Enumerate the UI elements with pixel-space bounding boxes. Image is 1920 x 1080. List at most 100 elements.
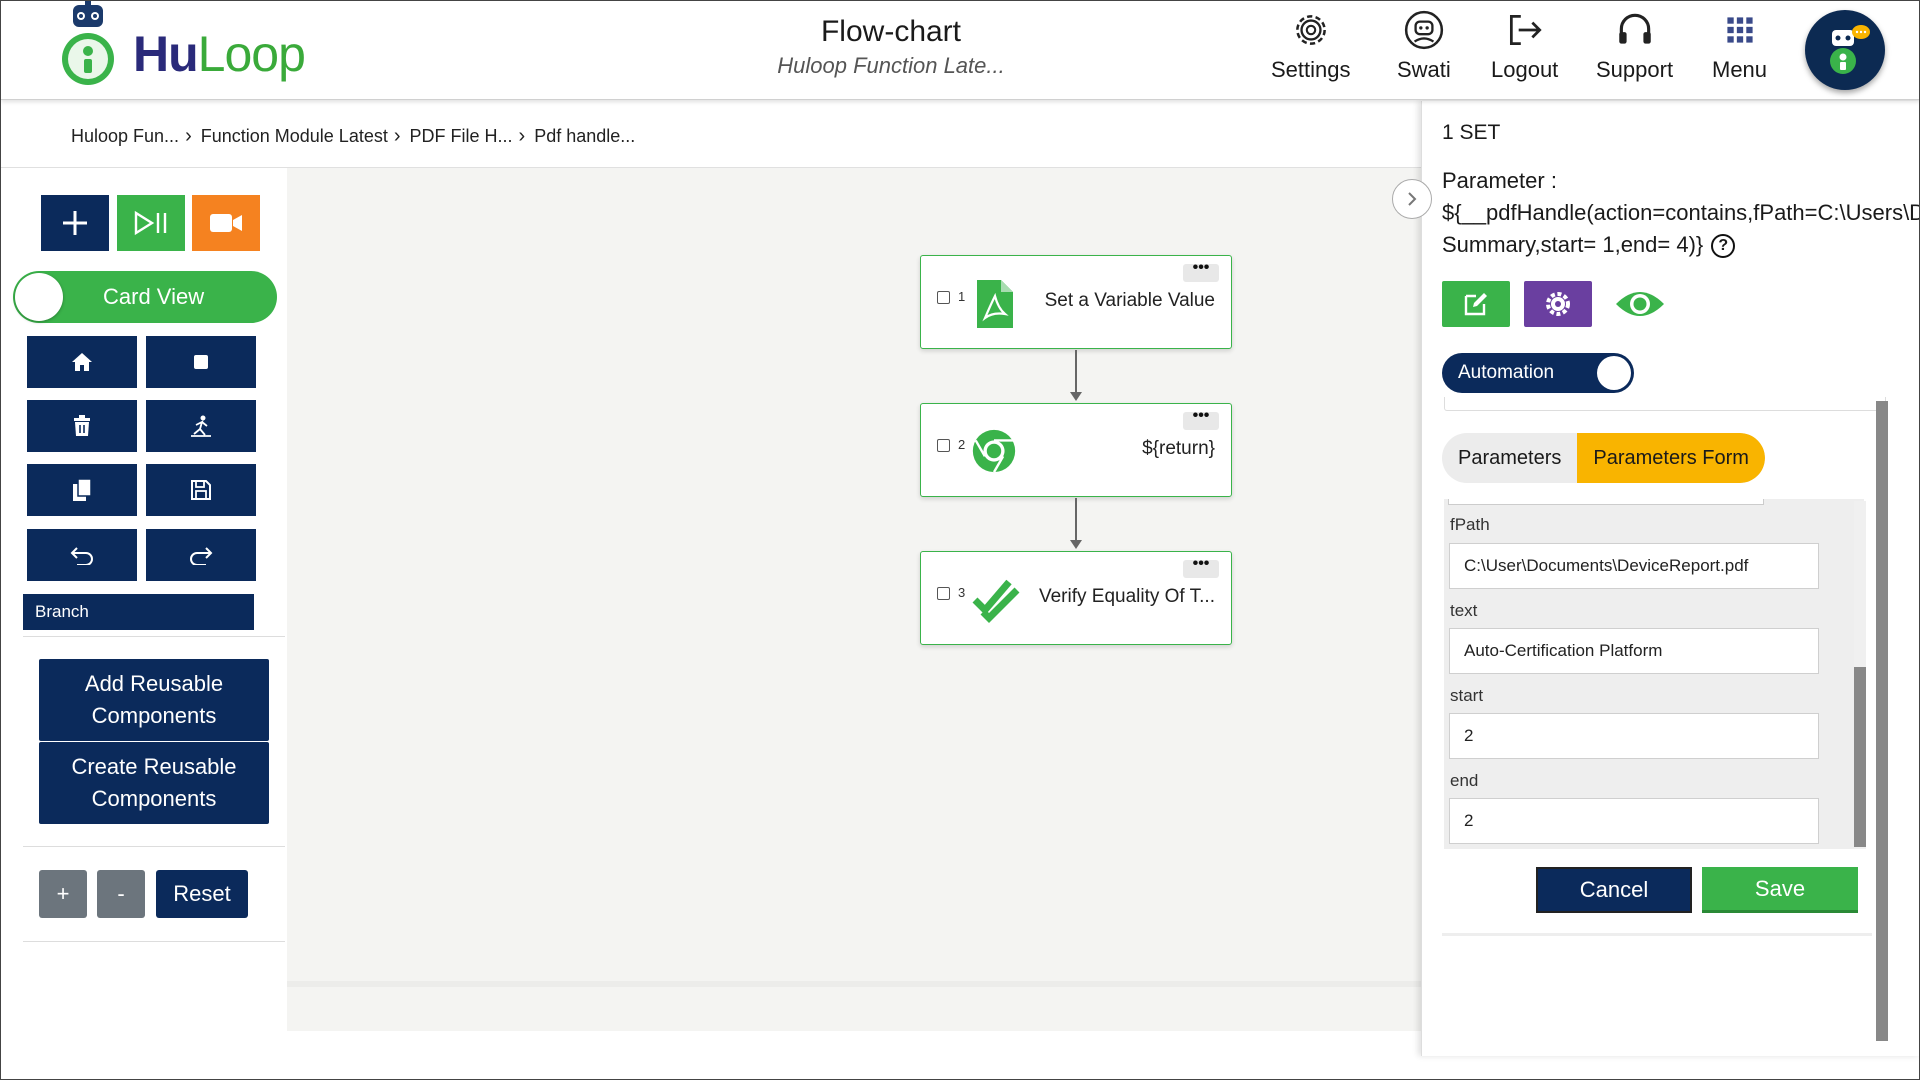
parameter-value-line2: Summary,start= 1,end= 4)}? [1442,229,1919,261]
nav-user[interactable]: Swati [1397,9,1451,83]
assistant-avatar[interactable] [1805,10,1885,90]
divider [23,636,285,637]
flow-node[interactable]: 3 ••• Verify Equality Of T... [920,551,1232,645]
parameter-tabs: Parameters Parameters Form [1442,433,1765,483]
edit-button[interactable] [1442,281,1510,327]
logo-text-loop: Loop [197,26,306,82]
cancel-button[interactable]: Cancel [1536,867,1692,913]
settings-button[interactable] [1524,281,1592,327]
node-checkbox[interactable] [937,291,950,304]
node-checkbox[interactable] [937,439,950,452]
flow-node[interactable]: 2 ••• ${return} [920,403,1232,497]
nav-logout[interactable]: Logout [1491,9,1558,83]
huloop-logo[interactable]: HuLoop [57,1,317,100]
node-number: 3 [958,585,966,600]
canvas-scroll-area [287,981,1421,1031]
parameter-value-line1: ${__pdfHandle(action=contains,fPath=C:\U… [1442,200,1919,225]
help-icon[interactable]: ? [1711,234,1736,259]
field-label-start: start [1450,686,1484,705]
top-header: HuLoop Flow-chart Huloop Function Late..… [1,1,1919,100]
play-pause-icon [134,210,167,236]
toggle-knob [15,273,63,321]
double-check-icon [972,579,1020,623]
delete-button[interactable] [27,400,137,452]
automation-toggle[interactable]: Automation [1442,353,1634,393]
copy-button[interactable] [27,464,137,516]
parameter-display: Parameter : ${__pdfHandle(action=contain… [1442,165,1919,261]
breadcrumb-item[interactable]: Pdf handle... [534,126,635,147]
node-label: Verify Equality Of T... [1038,586,1215,607]
page-title: Flow-chart [820,15,962,48]
divider [23,941,285,942]
app-window: HuLoop Flow-chart Huloop Function Late..… [0,0,1920,1080]
properties-panel: 1 SET Parameter : ${__pdfHandle(action=c… [1421,101,1919,1056]
end-input[interactable]: 2 [1449,798,1819,844]
left-toolbar: Card View Branch Add Reusable Components [1,168,285,1079]
arrow-down-icon [1070,392,1082,401]
automation-label: Automation [1458,362,1555,383]
breadcrumb-item[interactable]: Huloop Fun... [71,126,179,147]
save-flow-button[interactable] [146,464,256,516]
fpath-input[interactable]: C:\User\Documents\DeviceReport.pdf [1449,543,1819,589]
node-number: 2 [958,437,966,452]
pdf-icon [977,280,1013,328]
edit-icon [1464,293,1487,316]
zoom-in-button[interactable]: + [39,870,87,918]
grid-icon [1726,17,1753,43]
run-step-button[interactable] [146,400,256,452]
card-view-label: Card View [103,284,205,309]
bot-avatar-icon [1830,25,1870,74]
home-button[interactable] [27,336,137,388]
tab-parameters-form[interactable]: Parameters Form [1577,433,1765,483]
nav-settings[interactable]: Settings [1271,9,1351,83]
parameter-label: Parameter : [1442,168,1557,193]
parameter-value-line2-text: Summary,start= 1,end= 4)} [1442,232,1704,257]
preview-button[interactable] [1606,281,1674,327]
node-label: ${return} [1142,438,1215,459]
collapse-panel-button[interactable] [1392,179,1432,219]
nav-user-label: Swati [1397,57,1451,82]
panel-scrollbar[interactable] [1876,401,1888,1041]
text-input[interactable]: Auto-Certification Platform [1449,628,1819,674]
run-icon [191,415,211,437]
zoom-out-button[interactable]: - [97,870,145,918]
reset-zoom-button[interactable]: Reset [156,870,248,918]
start-input[interactable]: 2 [1449,713,1819,759]
nav-settings-label: Settings [1271,57,1351,82]
user-icon [1404,10,1444,50]
breadcrumb: Huloop Fun... › Function Module Latest › P… [71,125,635,148]
step-set-label: 1 SET [1442,121,1501,144]
node-checkbox[interactable] [937,587,950,600]
undo-icon [70,547,93,565]
breadcrumb-item[interactable]: PDF File H... [410,126,513,147]
record-button[interactable] [192,195,260,251]
nav-support[interactable]: Support [1596,9,1673,83]
gear-icon [1546,292,1570,316]
node-more-button[interactable]: ••• [1183,556,1219,578]
flow-node[interactable]: 1 ••• Set a Variable Value [920,255,1232,349]
add-step-button[interactable] [41,195,109,251]
branch-button[interactable]: Branch [23,594,254,630]
play-pause-button[interactable] [117,195,185,251]
redo-button[interactable] [146,529,256,581]
tab-parameters[interactable]: Parameters [1442,433,1577,483]
flowchart-canvas[interactable] [287,168,1421,981]
panel-footer-divider [1442,933,1872,936]
create-reusable-components-button[interactable]: Create Reusable Components [39,742,269,824]
stop-button[interactable] [146,336,256,388]
node-more-button[interactable]: ••• [1183,408,1219,430]
form-scrollbar-thumb[interactable] [1854,667,1866,847]
trash-icon [74,415,90,436]
node-more-button[interactable]: ••• [1183,260,1219,282]
undo-button[interactable] [27,529,137,581]
toggle-knob [1597,356,1631,390]
logo-text-hu: Hu [133,26,199,82]
breadcrumb-item[interactable]: Function Module Latest [201,126,388,147]
field-label-text: text [1450,601,1478,620]
nav-menu[interactable]: Menu [1712,9,1767,83]
add-reusable-components-button[interactable]: Add Reusable Components [39,659,269,741]
card-view-toggle[interactable]: Card View [13,271,277,323]
logo-text: HuLoop [133,25,306,83]
save-button[interactable]: Save [1702,867,1858,913]
video-icon [210,214,242,232]
